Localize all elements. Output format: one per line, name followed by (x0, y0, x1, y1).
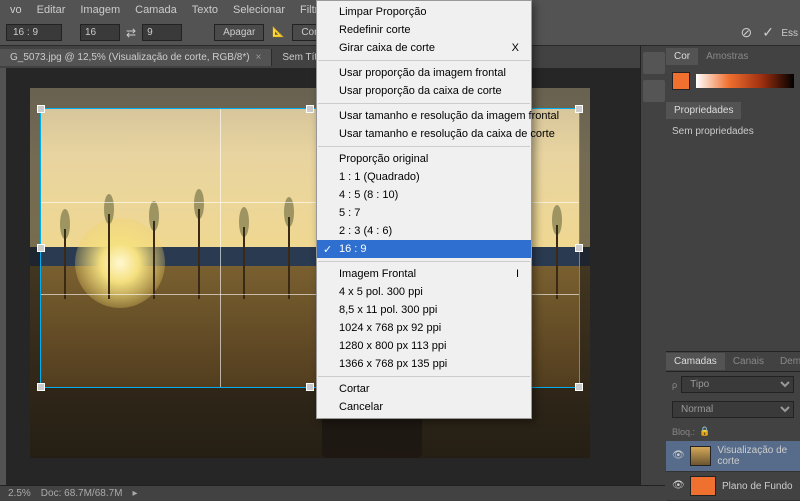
menu-preset-4x5[interactable]: 4 x 5 pol. 300 ppi (317, 283, 531, 301)
menu-separator (318, 376, 530, 377)
menu-header-original-ratio: Proporção original (317, 150, 531, 168)
menu-crop[interactable]: Cortar (317, 380, 531, 398)
menu-separator (318, 103, 530, 104)
foreground-swatch[interactable] (672, 72, 690, 90)
shortcut-label: X (512, 42, 519, 54)
lock-icon[interactable]: 🔒 (699, 426, 710, 437)
crop-ratio-preset[interactable]: 16 : 9 (6, 24, 62, 41)
menu-item[interactable]: Camada (129, 2, 183, 18)
straighten-icon[interactable]: 📐 (270, 25, 286, 41)
crop-handle[interactable] (37, 244, 45, 252)
zoom-level[interactable]: 2.5% (8, 488, 31, 499)
doc-size-label[interactable]: Doc: 68.7M/68.7M (41, 488, 123, 499)
menu-item[interactable]: Editar (31, 2, 72, 18)
layer-thumbnail[interactable] (690, 446, 711, 466)
menu-ratio-2-3[interactable]: 2 : 3 (4 : 6) (317, 222, 531, 240)
swap-dimensions-icon[interactable]: ⇄ (126, 26, 136, 40)
clear-button[interactable]: Apagar (214, 24, 264, 41)
chevron-right-icon[interactable]: ▸ (133, 488, 138, 499)
document-tab[interactable]: G_5073.jpg @ 12,5% (Visualização de cort… (0, 49, 272, 66)
visibility-icon[interactable]: 👁 (672, 450, 684, 462)
menu-label: Imagem Frontal (339, 268, 416, 280)
tab-swatches[interactable]: Amostras (698, 48, 756, 65)
menu-item[interactable]: Texto (186, 2, 224, 18)
menu-label: 16 : 9 (339, 243, 367, 255)
layer-row[interactable]: 👁 Plano de Fundo (666, 472, 800, 501)
lock-label: Bloq.: (672, 427, 695, 437)
commit-crop-icon[interactable]: ✓ (762, 24, 774, 41)
menu-preset-8x11[interactable]: 8,5 x 11 pol. 300 ppi (317, 301, 531, 319)
tab-channels[interactable]: Canais (725, 353, 772, 370)
layer-thumbnail[interactable] (690, 476, 716, 496)
tab-properties[interactable]: Propriedades (666, 102, 741, 119)
menu-ratio-1-1[interactable]: 1 : 1 (Quadrado) (317, 168, 531, 186)
menu-separator (318, 261, 530, 262)
filter-kind-label: ρ (672, 380, 677, 390)
menu-preset-1366[interactable]: 1366 x 768 px 135 ppi (317, 355, 531, 373)
visibility-icon[interactable]: 👁 (672, 480, 684, 492)
panel-icon[interactable] (643, 80, 665, 102)
crop-handle[interactable] (306, 105, 314, 113)
crop-height-field[interactable]: 9 (142, 24, 182, 41)
close-icon[interactable]: × (256, 52, 262, 63)
crop-handle[interactable] (37, 383, 45, 391)
color-ramp[interactable] (696, 74, 794, 88)
menu-ratio-5-7[interactable]: 5 : 7 (317, 204, 531, 222)
crop-handle[interactable] (575, 244, 583, 252)
menu-preset-1024[interactable]: 1024 x 768 px 92 ppi (317, 319, 531, 337)
workspace-label[interactable]: Ess (781, 28, 798, 39)
crop-handle[interactable] (37, 105, 45, 113)
layer-name: Plano de Fundo (722, 481, 793, 492)
crop-handle[interactable] (306, 383, 314, 391)
panel-icon[interactable] (643, 52, 665, 74)
tab-paths[interactable]: Demarcadores (772, 353, 800, 370)
panel-icon-strip (640, 46, 666, 501)
color-panel (666, 66, 800, 96)
menu-rotate-crop[interactable]: Girar caixa de corte X (317, 39, 531, 57)
menu-item[interactable]: Imagem (74, 2, 126, 18)
menu-ratio-4-5[interactable]: 4 : 5 (8 : 10) (317, 186, 531, 204)
shortcut-label: I (516, 268, 519, 280)
crop-width-field[interactable]: 16 (80, 24, 120, 41)
cancel-crop-icon[interactable]: ⊘ (741, 24, 753, 41)
tab-color[interactable]: Cor (666, 48, 698, 65)
menu-use-front-ratio[interactable]: Usar proporção da imagem frontal (317, 64, 531, 82)
menu-label: Girar caixa de corte (339, 42, 435, 54)
filter-kind-select[interactable]: Tipo (681, 376, 794, 393)
menu-header-front-image: Imagem Frontal I (317, 265, 531, 283)
menu-cancel[interactable]: Cancelar (317, 398, 531, 416)
crop-handle[interactable] (575, 105, 583, 113)
menu-separator (318, 146, 530, 147)
menu-ratio-16-9[interactable]: ✓ 16 : 9 (317, 240, 531, 258)
layer-name: Visualização de corte (717, 445, 794, 467)
crop-context-menu: Limpar Proporção Redefinir corte Girar c… (316, 0, 532, 419)
menu-separator (318, 60, 530, 61)
menu-use-crop-size[interactable]: Usar tamanho e resolução da caixa de cor… (317, 125, 531, 143)
status-bar: 2.5% Doc: 68.7M/68.7M ▸ (0, 485, 665, 501)
menu-use-crop-ratio[interactable]: Usar proporção da caixa de corte (317, 82, 531, 100)
menu-clear-ratio[interactable]: Limpar Proporção (317, 3, 531, 21)
panels-dock: Cor Amostras Propriedades Sem propriedad… (665, 46, 800, 501)
blend-mode-select[interactable]: Normal (672, 401, 794, 418)
menu-preset-1280[interactable]: 1280 x 800 px 113 ppi (317, 337, 531, 355)
menu-use-front-size[interactable]: Usar tamanho e resolução da imagem front… (317, 107, 531, 125)
menu-item[interactable]: Selecionar (227, 2, 291, 18)
properties-empty-label: Sem propriedades (672, 126, 754, 137)
tab-layers[interactable]: Camadas (666, 353, 725, 370)
properties-body: Sem propriedades (666, 120, 800, 143)
crop-handle[interactable] (575, 383, 583, 391)
menu-reset-crop[interactable]: Redefinir corte (317, 21, 531, 39)
layer-row[interactable]: 👁 Visualização de corte (666, 441, 800, 472)
menu-item[interactable]: vo (4, 2, 28, 18)
tab-label: G_5073.jpg @ 12,5% (Visualização de cort… (10, 52, 250, 63)
layers-panel: Camadas Canais Demarcadores ρ Tipo Norma… (666, 351, 800, 501)
check-icon: ✓ (323, 243, 332, 256)
